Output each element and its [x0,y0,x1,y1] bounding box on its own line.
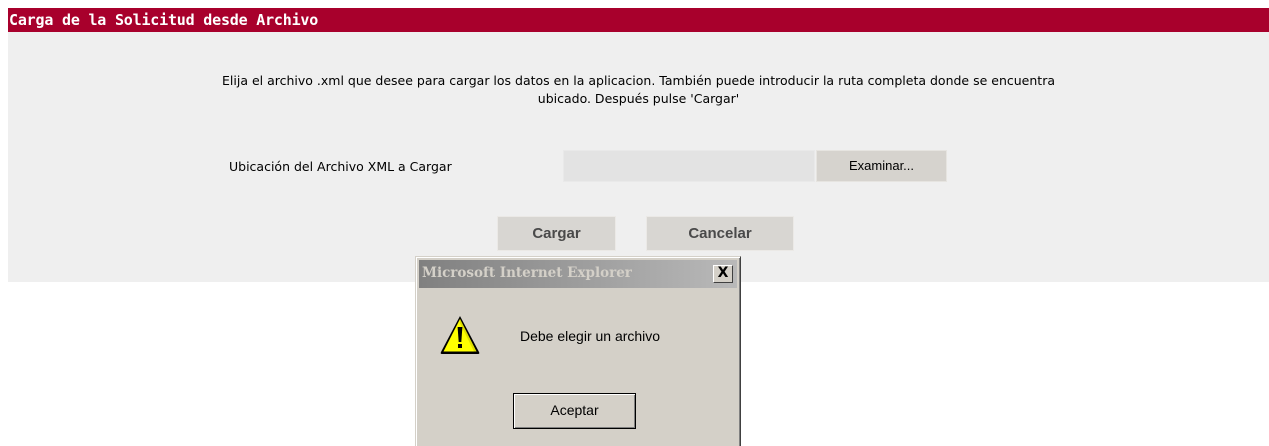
dialog-title: Microsoft Internet Explorer [422,265,632,281]
cancel-button[interactable]: Cancelar [646,216,794,251]
file-row: Ubicación del Archivo XML a Cargar Exami… [8,150,1269,184]
ok-button[interactable]: Aceptar [513,393,636,429]
close-icon[interactable]: X [713,265,733,283]
dialog-titlebar[interactable]: Microsoft Internet Explorer X [419,260,737,288]
file-location-label: Ubicación del Archivo XML a Cargar [229,159,452,174]
alert-dialog: Microsoft Internet Explorer X Debe elegi… [415,256,741,446]
warning-icon [440,316,480,354]
file-upload-panel: Carga de la Solicitud desde Archivo Elij… [8,8,1269,282]
file-path-input[interactable] [563,150,815,182]
page-title: Carga de la Solicitud desde Archivo [8,8,1269,32]
instructions-text: Elija el archivo .xml que desee para car… [222,73,1055,106]
browse-button[interactable]: Examinar... [816,150,947,182]
load-button[interactable]: Cargar [497,216,616,251]
dialog-message: Debe elegir un archivo [520,328,661,344]
